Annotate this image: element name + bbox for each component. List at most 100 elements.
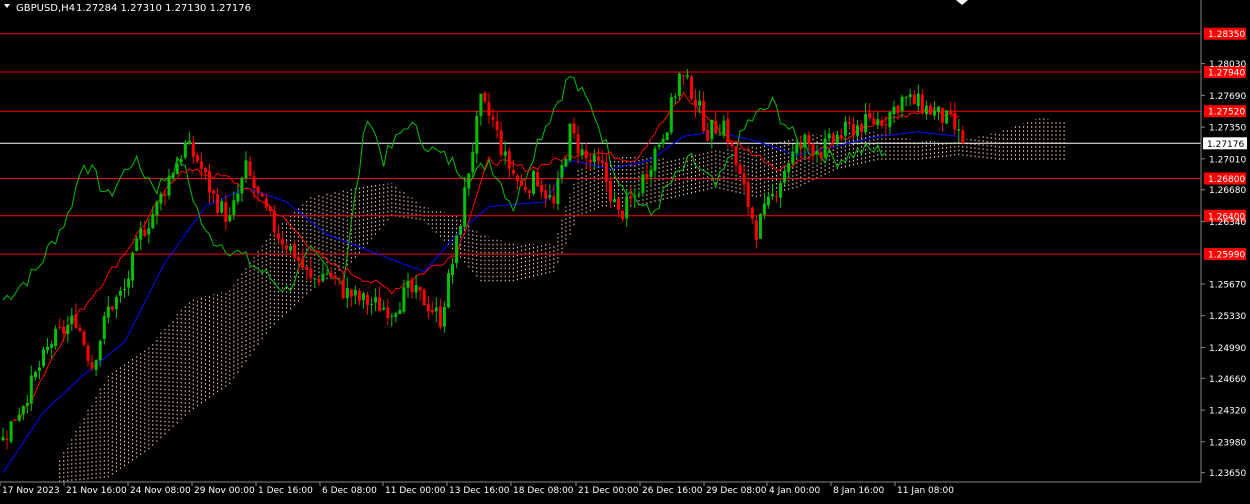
- candle-body[interactable]: [438, 306, 442, 327]
- candle-body[interactable]: [301, 258, 305, 268]
- candle-body[interactable]: [410, 279, 414, 293]
- candle-body[interactable]: [272, 210, 276, 232]
- candle-body[interactable]: [584, 150, 588, 159]
- candle-body[interactable]: [447, 273, 450, 308]
- candle-body[interactable]: [754, 220, 758, 240]
- candle-body[interactable]: [317, 279, 321, 283]
- candle-body[interactable]: [519, 180, 523, 186]
- candle-body[interactable]: [9, 421, 13, 442]
- candle-body[interactable]: [374, 297, 378, 303]
- candle-body[interactable]: [58, 327, 62, 328]
- candle-body[interactable]: [179, 159, 183, 162]
- candle-body[interactable]: [195, 155, 199, 162]
- candle-body[interactable]: [187, 140, 191, 145]
- candle-body[interactable]: [734, 146, 738, 165]
- candle-body[interactable]: [50, 344, 54, 348]
- candle-body[interactable]: [876, 119, 880, 126]
- candle-body[interactable]: [884, 124, 888, 126]
- candle-body[interactable]: [783, 170, 787, 183]
- candle-body[interactable]: [114, 297, 118, 310]
- candle-body[interactable]: [163, 194, 167, 196]
- candle-body[interactable]: [167, 177, 171, 196]
- candle-body[interactable]: [596, 156, 600, 161]
- candle-body[interactable]: [159, 193, 163, 204]
- candle-body[interactable]: [240, 177, 244, 194]
- candle-body[interactable]: [414, 285, 418, 293]
- candle-body[interactable]: [212, 190, 216, 194]
- candle-body[interactable]: [86, 346, 90, 361]
- candle-body[interactable]: [649, 169, 653, 177]
- candle-body[interactable]: [33, 371, 37, 378]
- candle-body[interactable]: [641, 174, 645, 193]
- candle-body[interactable]: [366, 295, 369, 306]
- candle-body[interactable]: [426, 304, 430, 312]
- candle-body[interactable]: [451, 264, 454, 275]
- candle-body[interactable]: [1, 437, 5, 441]
- candle-body[interactable]: [357, 290, 361, 301]
- candle-body[interactable]: [880, 120, 884, 126]
- candle-body[interactable]: [102, 316, 106, 339]
- candle-body[interactable]: [118, 290, 122, 296]
- candle-body[interactable]: [183, 142, 187, 158]
- candle-body[interactable]: [78, 328, 82, 331]
- candle-body[interactable]: [418, 286, 422, 291]
- candle-body[interactable]: [661, 138, 665, 144]
- candle-body[interactable]: [333, 275, 337, 279]
- candle-body[interactable]: [402, 287, 406, 312]
- candle-body[interactable]: [852, 124, 855, 135]
- candle-body[interactable]: [613, 199, 616, 203]
- candle-body[interactable]: [503, 151, 507, 156]
- candle-body[interactable]: [592, 154, 596, 162]
- candle-body[interactable]: [580, 149, 584, 156]
- candle-body[interactable]: [908, 94, 912, 97]
- candle-body[interactable]: [232, 200, 236, 215]
- candle-body[interactable]: [945, 110, 949, 124]
- candle-body[interactable]: [479, 93, 483, 117]
- candle-body[interactable]: [807, 135, 811, 144]
- candle-body[interactable]: [568, 123, 572, 161]
- candle-body[interactable]: [5, 439, 9, 440]
- candle-body[interactable]: [131, 252, 135, 281]
- candle-body[interactable]: [941, 108, 945, 123]
- candle-body[interactable]: [888, 112, 892, 128]
- candle-body[interactable]: [54, 328, 58, 347]
- candle-body[interactable]: [90, 362, 94, 369]
- candle-body[interactable]: [390, 315, 394, 317]
- candle-body[interactable]: [289, 246, 293, 251]
- candle-body[interactable]: [74, 314, 78, 329]
- candle-body[interactable]: [29, 375, 33, 404]
- candle-body[interactable]: [673, 96, 677, 98]
- candle-body[interactable]: [681, 75, 685, 77]
- candle-body[interactable]: [305, 267, 309, 270]
- candle-body[interactable]: [220, 201, 224, 213]
- candle-body[interactable]: [766, 196, 770, 206]
- candle-body[interactable]: [264, 198, 268, 208]
- candle-body[interactable]: [382, 307, 386, 310]
- candle-body[interactable]: [463, 187, 467, 227]
- candle-body[interactable]: [637, 194, 641, 196]
- candle-body[interactable]: [442, 307, 446, 327]
- candle-body[interactable]: [924, 105, 928, 115]
- candle-body[interactable]: [621, 210, 625, 220]
- candle-body[interactable]: [459, 226, 463, 236]
- candle-body[interactable]: [515, 175, 519, 182]
- candle-body[interactable]: [604, 162, 608, 182]
- candle-body[interactable]: [228, 214, 232, 222]
- candle-body[interactable]: [155, 201, 159, 216]
- candle-body[interactable]: [475, 116, 479, 154]
- price-chart[interactable]: 1.283501.279401.275201.268001.264001.259…: [0, 0, 1250, 500]
- candle-body[interactable]: [252, 176, 256, 188]
- candle-body[interactable]: [13, 419, 17, 421]
- candle-body[interactable]: [694, 99, 697, 107]
- candle-body[interactable]: [928, 105, 932, 115]
- candle-body[interactable]: [872, 118, 876, 124]
- candle-body[interactable]: [353, 289, 357, 296]
- candle-body[interactable]: [698, 100, 702, 106]
- candle-body[interactable]: [430, 309, 434, 313]
- candle-body[interactable]: [823, 138, 827, 158]
- candle-body[interactable]: [645, 174, 649, 178]
- candle-body[interactable]: [139, 228, 143, 240]
- candle-body[interactable]: [491, 116, 495, 120]
- candle-body[interactable]: [345, 288, 349, 298]
- candle-body[interactable]: [471, 152, 475, 173]
